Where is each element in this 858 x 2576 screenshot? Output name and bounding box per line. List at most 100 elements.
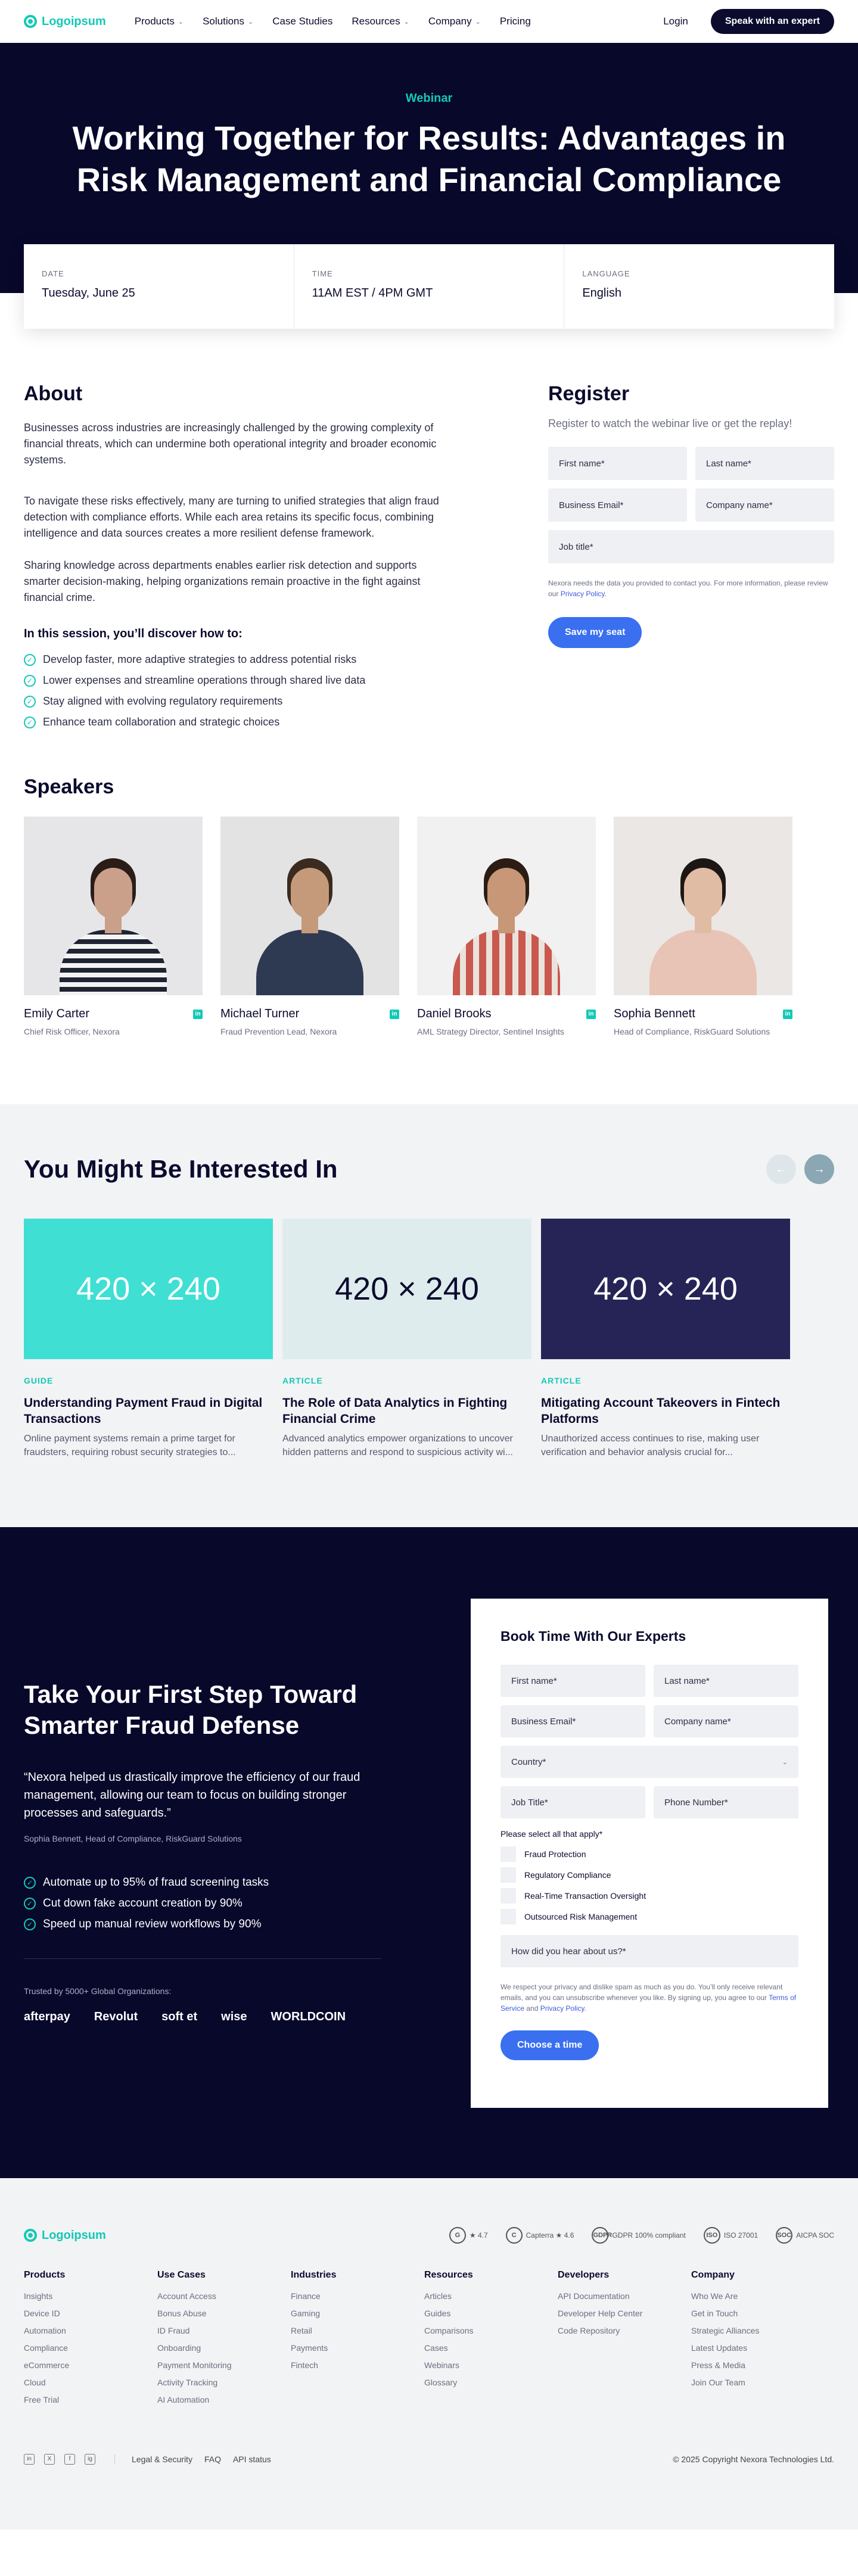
- footer-bottom-link[interactable]: FAQ: [204, 2454, 221, 2464]
- footer-link[interactable]: Account Access: [157, 2291, 291, 2309]
- login-link[interactable]: Login: [663, 15, 688, 27]
- how-did-you-hear-field[interactable]: How did you hear about us?*: [500, 1935, 798, 1967]
- nav-link-resources[interactable]: Resources ⌄: [352, 15, 409, 27]
- footer-link[interactable]: Free Trial: [24, 2395, 157, 2412]
- checkbox[interactable]: [500, 1867, 516, 1883]
- related-card[interactable]: 420 × 240 ARTICLE The Role of Data Analyti…: [282, 1219, 531, 1459]
- privacy-policy-link[interactable]: Privacy Policy: [540, 2004, 585, 2013]
- footer-link[interactable]: Glossary: [424, 2378, 558, 2395]
- job-title-field[interactable]: Job title*: [548, 530, 834, 563]
- footer-column-title: Developers: [558, 2270, 610, 2280]
- footer-link[interactable]: Fintech: [291, 2360, 424, 2378]
- footer-link[interactable]: Guides: [424, 2309, 558, 2326]
- footer-logo[interactable]: Logoipsum: [24, 2229, 106, 2242]
- business-email-field[interactable]: Business Email*: [548, 488, 687, 522]
- footer-link[interactable]: Articles: [424, 2291, 558, 2309]
- linkedin-icon[interactable]: in: [24, 2454, 35, 2465]
- business-email-field[interactable]: Business Email*: [500, 1705, 645, 1737]
- job-title-field[interactable]: Job Title*: [500, 1786, 645, 1818]
- footer-link[interactable]: Join Our Team: [691, 2378, 825, 2395]
- checkbox-label: Outsourced Risk Management: [524, 1911, 638, 1921]
- speaker-name-row: Daniel Brooks in: [417, 1007, 596, 1021]
- phone-number-field[interactable]: Phone Number*: [654, 1786, 798, 1818]
- linkedin-icon[interactable]: in: [586, 1009, 596, 1019]
- footer-link[interactable]: Retail: [291, 2326, 424, 2343]
- footer-link[interactable]: Finance: [291, 2291, 424, 2309]
- badge-icon: ISO: [703, 2227, 720, 2244]
- speaker-photo: [220, 817, 399, 995]
- facebook-icon[interactable]: f: [64, 2454, 75, 2465]
- footer-link[interactable]: Strategic Alliances: [691, 2326, 825, 2343]
- footer-link[interactable]: ID Fraud: [157, 2326, 291, 2343]
- checkbox[interactable]: [500, 1846, 516, 1862]
- linkedin-icon[interactable]: in: [390, 1009, 399, 1019]
- footer-link[interactable]: Automation: [24, 2326, 157, 2343]
- card-title[interactable]: The Role of Data Analytics in Fighting F…: [282, 1395, 531, 1427]
- footer-link[interactable]: Cases: [424, 2343, 558, 2360]
- nav-link-company[interactable]: Company ⌄: [428, 15, 481, 27]
- footer-link[interactable]: Developer Help Center: [558, 2309, 691, 2326]
- company-name-field[interactable]: Company name*: [695, 488, 834, 522]
- checkbox[interactable]: [500, 1887, 516, 1904]
- footer-link[interactable]: Webinars: [424, 2360, 558, 2378]
- related-card[interactable]: 420 × 240 ARTICLE Mitigating Account Takeo…: [541, 1219, 790, 1459]
- related-cards: 420 × 240 GUIDE Understanding Payment Frau…: [24, 1219, 834, 1459]
- footer-link[interactable]: API Documentation: [558, 2291, 691, 2309]
- card-description: Online payment systems remain a prime ta…: [24, 1434, 236, 1457]
- footer-bottom-link[interactable]: API status: [233, 2454, 271, 2464]
- trust-badges: G ★ 4.7 C Capterra ★ 4.6 GDPR GDPR 100% compl…: [449, 2227, 834, 2244]
- first-name-field[interactable]: First name*: [548, 447, 687, 480]
- last-name-field[interactable]: Last name*: [654, 1665, 798, 1697]
- card-title[interactable]: Mitigating Account Takeovers in Fintech …: [541, 1395, 790, 1427]
- instagram-icon[interactable]: ig: [85, 2454, 95, 2465]
- logo[interactable]: Logoipsum: [24, 15, 106, 29]
- linkedin-icon[interactable]: in: [193, 1009, 203, 1019]
- save-my-seat-button[interactable]: Save my seat: [548, 617, 642, 648]
- first-name-field[interactable]: First name*: [500, 1665, 645, 1697]
- footer-link[interactable]: Latest Updates: [691, 2343, 825, 2360]
- carousel-next-button[interactable]: →: [804, 1154, 834, 1184]
- footer-link[interactable]: Payments: [291, 2343, 424, 2360]
- checkbox[interactable]: [500, 1908, 516, 1924]
- footer-link[interactable]: Comparisons: [424, 2326, 558, 2343]
- footer-link[interactable]: Payment Monitoring: [157, 2360, 291, 2378]
- book-time-form: Book Time With Our Experts First name* L…: [471, 1599, 828, 2108]
- checkbox-option[interactable]: Regulatory Compliance: [500, 1864, 798, 1885]
- related-card[interactable]: 420 × 240 GUIDE Understanding Payment Frau…: [24, 1219, 273, 1459]
- footer-link[interactable]: Compliance: [24, 2343, 157, 2360]
- carousel-prev-button[interactable]: ←: [766, 1154, 796, 1184]
- x-icon[interactable]: X: [44, 2454, 55, 2465]
- footer-link[interactable]: Device ID: [24, 2309, 157, 2326]
- last-name-field[interactable]: Last name*: [695, 447, 834, 480]
- footer-link[interactable]: Cloud: [24, 2378, 157, 2395]
- footer-link[interactable]: Who We Are: [691, 2291, 825, 2309]
- footer-link[interactable]: Get in Touch: [691, 2309, 825, 2326]
- footer-bottom-link[interactable]: Legal & Security: [132, 2454, 192, 2464]
- checkbox-option[interactable]: Real-Time Transaction Oversight: [500, 1885, 798, 1906]
- nav-link-solutions[interactable]: Solutions ⌄: [203, 15, 253, 27]
- speak-with-expert-button[interactable]: Speak with an expert: [710, 9, 834, 34]
- footer-link[interactable]: eCommerce: [24, 2360, 157, 2378]
- linkedin-icon[interactable]: in: [783, 1009, 792, 1019]
- footer-link[interactable]: Onboarding: [157, 2343, 291, 2360]
- list-item: ✓ Develop faster, more adaptive strategie…: [24, 649, 453, 670]
- country-select[interactable]: Country* ⌄: [500, 1746, 798, 1778]
- footer-link[interactable]: Code Repository: [558, 2326, 691, 2343]
- checkbox-option[interactable]: Fraud Protection: [500, 1843, 798, 1864]
- footer-link[interactable]: AI Automation: [157, 2395, 291, 2412]
- footer-link[interactable]: Bonus Abuse: [157, 2309, 291, 2326]
- speaker-role: Head of Compliance, RiskGuard Solutions: [614, 1027, 770, 1036]
- choose-a-time-button[interactable]: Choose a time: [500, 2030, 599, 2060]
- nav-link-case-studies[interactable]: Case Studies: [272, 15, 332, 27]
- footer-link[interactable]: Press & Media: [691, 2360, 825, 2378]
- privacy-policy-link[interactable]: Privacy Policy: [561, 590, 605, 598]
- card-title[interactable]: Understanding Payment Fraud in Digital T…: [24, 1395, 273, 1427]
- footer-link[interactable]: Gaming: [291, 2309, 424, 2326]
- nav-link-products[interactable]: Products ⌄: [135, 15, 184, 27]
- checkbox-option[interactable]: Outsourced Risk Management: [500, 1906, 798, 1927]
- footer-link[interactable]: Activity Tracking: [157, 2378, 291, 2395]
- company-name-field[interactable]: Company name*: [654, 1705, 798, 1737]
- footer-link[interactable]: Insights: [24, 2291, 157, 2309]
- nav-link-pricing[interactable]: Pricing: [500, 15, 531, 27]
- brand-logo: wise: [221, 2010, 247, 2023]
